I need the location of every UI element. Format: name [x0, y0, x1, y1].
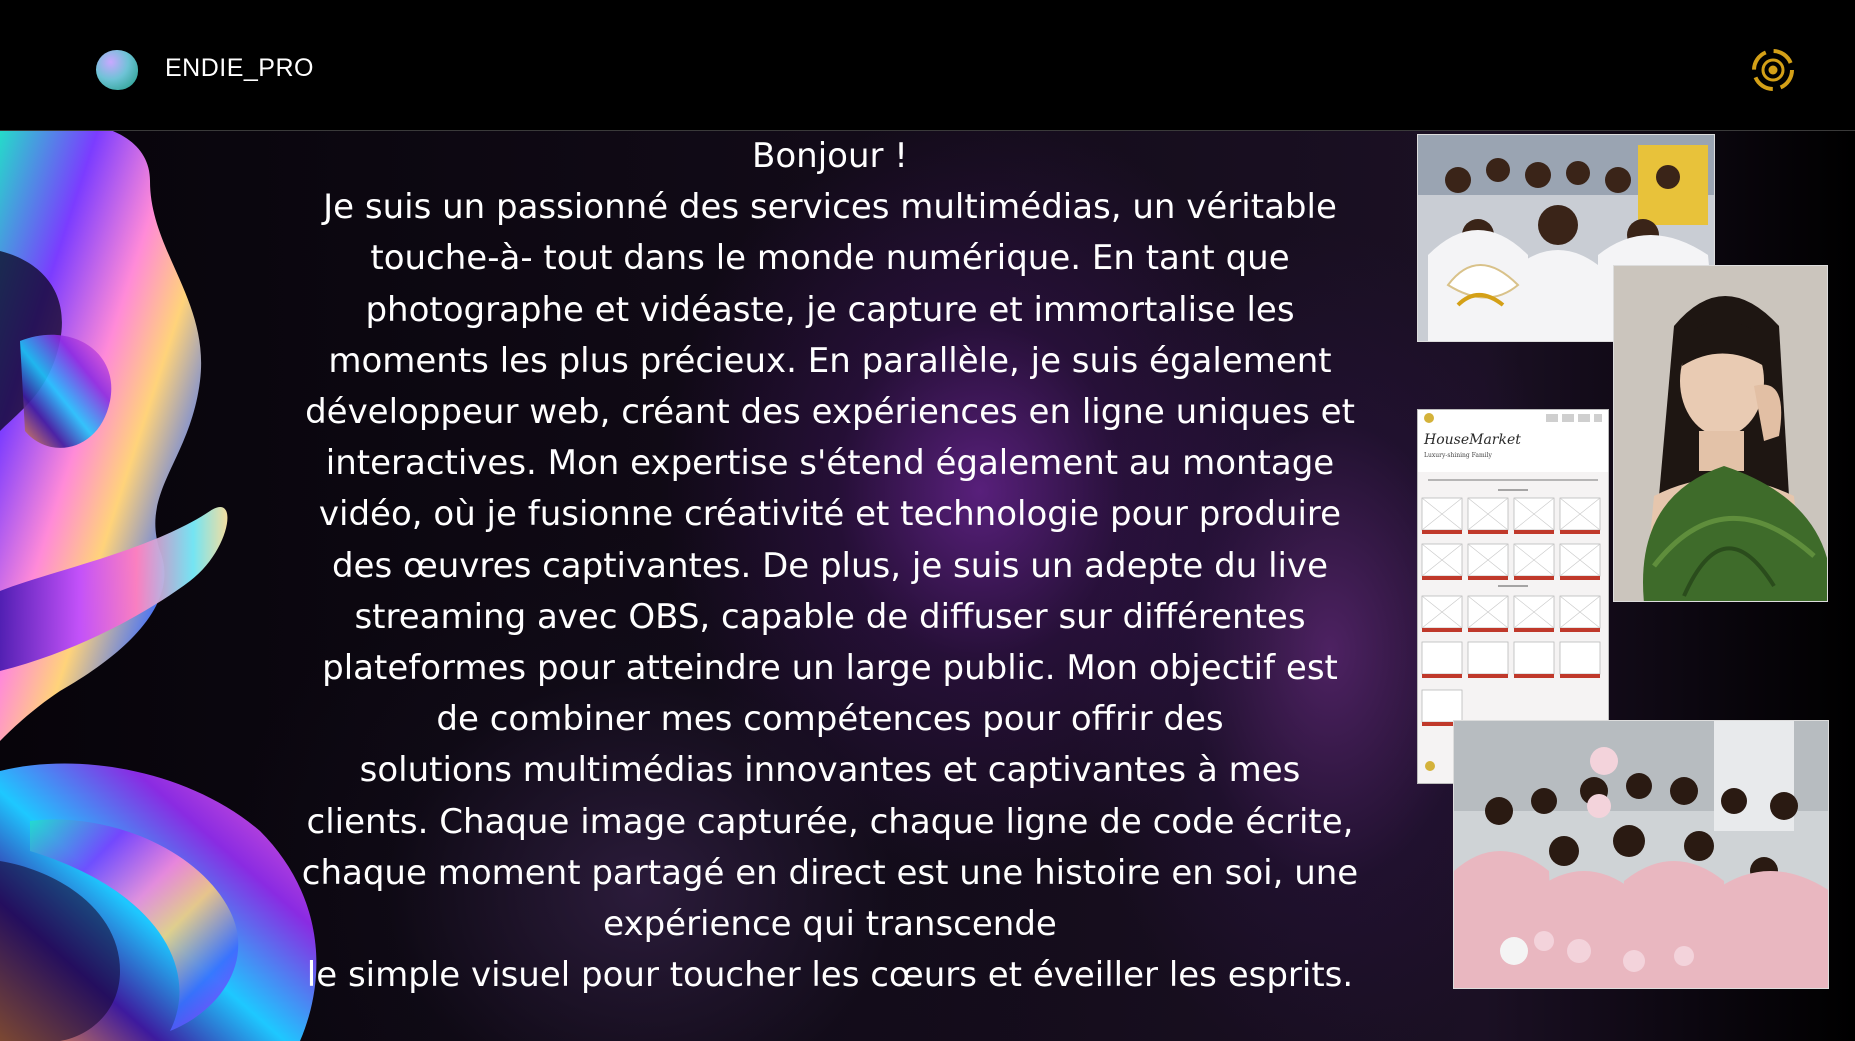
bio-line: développeur web, créant des expériences …	[305, 392, 1355, 433]
bio-line: Bonjour !	[752, 136, 908, 176]
blob-logo-icon[interactable]	[96, 50, 138, 90]
bio-line: interactives. Mon expertise s'étend égal…	[325, 443, 1335, 484]
mockup-header: HouseMarket Luxury-shining Family	[1418, 410, 1608, 472]
top-bar: ENDIE_PRO	[0, 0, 1855, 131]
bio-line: le simple visuel pour toucher les cœurs …	[306, 955, 1354, 996]
bio-line: chaque moment partagé en direct est une …	[301, 852, 1359, 893]
portfolio-gallery: HouseMarket Luxury-shining Family	[1415, 131, 1855, 1041]
bio-line: streaming avec OBS, capable de diffuser …	[354, 596, 1306, 637]
user-menu-icon[interactable]	[1750, 47, 1796, 93]
mockup-tagline: Luxury-shining Family	[1424, 452, 1492, 459]
photo-portrait[interactable]	[1613, 265, 1828, 602]
main-content: Bonjour ! Je suis un passionné des servi…	[0, 131, 1855, 1041]
mockup-logo-text: HouseMarket	[1424, 432, 1521, 448]
bio-line: plateformes pour atteindre un large publ…	[322, 648, 1338, 689]
bio-line: photographe et vidéaste, je capture et i…	[365, 289, 1295, 330]
brand-name[interactable]: ENDIE_PRO	[165, 54, 314, 83]
bio-line: des œuvres captivantes. De plus, je suis…	[331, 545, 1329, 586]
mockup-nav-icon	[1546, 414, 1602, 422]
bio-line: Je suis un passionné des services multim…	[323, 187, 1337, 228]
bio-text: Bonjour ! Je suis un passionné des servi…	[280, 131, 1380, 1001]
photo-bridal-party[interactable]	[1453, 720, 1829, 989]
mockup-logo-icon	[1424, 413, 1434, 423]
bio-line: moments les plus précieux. En parallèle,…	[328, 340, 1332, 381]
bio-line: clients. Chaque image capturée, chaque l…	[306, 801, 1354, 842]
bio-line: expérience qui transcende	[603, 904, 1057, 945]
bio-line: de combiner mes compétences pour offrir …	[436, 699, 1224, 740]
bio-line: touche-à- tout dans le monde numérique. …	[370, 238, 1290, 279]
bio-line: vidéo, où je fusionne créativité et tech…	[318, 494, 1342, 535]
bio-line: solutions multimédias innovantes et capt…	[359, 750, 1301, 791]
